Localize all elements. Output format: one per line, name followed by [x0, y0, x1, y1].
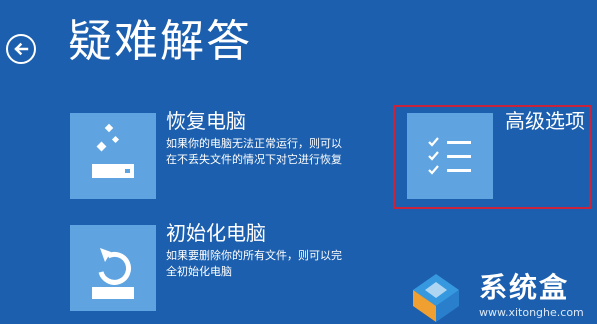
watermark-url: www.xitonghe.com [479, 306, 584, 319]
option-advanced[interactable]: 高级选项 [407, 109, 592, 203]
watermark: 系统盒 www.xitonghe.com [403, 266, 597, 324]
description-line: 全初始化电脑 [166, 265, 232, 278]
page-title: 疑难解答 [68, 16, 252, 67]
back-button[interactable] [6, 34, 36, 64]
description-line: 在不丢失文件的情况下对它进行恢复 [166, 153, 342, 166]
option-title: 恢复电脑 [166, 109, 246, 133]
back-arrow-icon [14, 42, 29, 56]
option-tile [407, 113, 493, 199]
checklist-icon [428, 137, 471, 175]
option-title: 初始化电脑 [166, 221, 266, 245]
option-tile [70, 113, 156, 199]
recovery-sparkle-icon [92, 123, 134, 178]
option-reset-pc[interactable]: 初始化电脑 如果要删除你的所有文件，则可以完 全初始化电脑 [70, 221, 390, 315]
description-line: 如果要删除你的所有文件，则可以完 [166, 249, 342, 262]
option-description: 如果你的电脑无法正常运行，则可以 在不丢失文件的情况下对它进行恢复 [166, 136, 376, 168]
option-recover-pc[interactable]: 恢复电脑 如果你的电脑无法正常运行，则可以 在不丢失文件的情况下对它进行恢复 [70, 109, 390, 203]
option-tile [70, 225, 156, 311]
option-title: 高级选项 [505, 109, 585, 133]
description-line: 如果你的电脑无法正常运行，则可以 [166, 137, 342, 150]
reset-refresh-icon [92, 248, 134, 299]
option-description: 如果要删除你的所有文件，则可以完 全初始化电脑 [166, 248, 376, 280]
watermark-logo-icon [413, 274, 459, 322]
watermark-name: 系统盒 [479, 271, 570, 304]
